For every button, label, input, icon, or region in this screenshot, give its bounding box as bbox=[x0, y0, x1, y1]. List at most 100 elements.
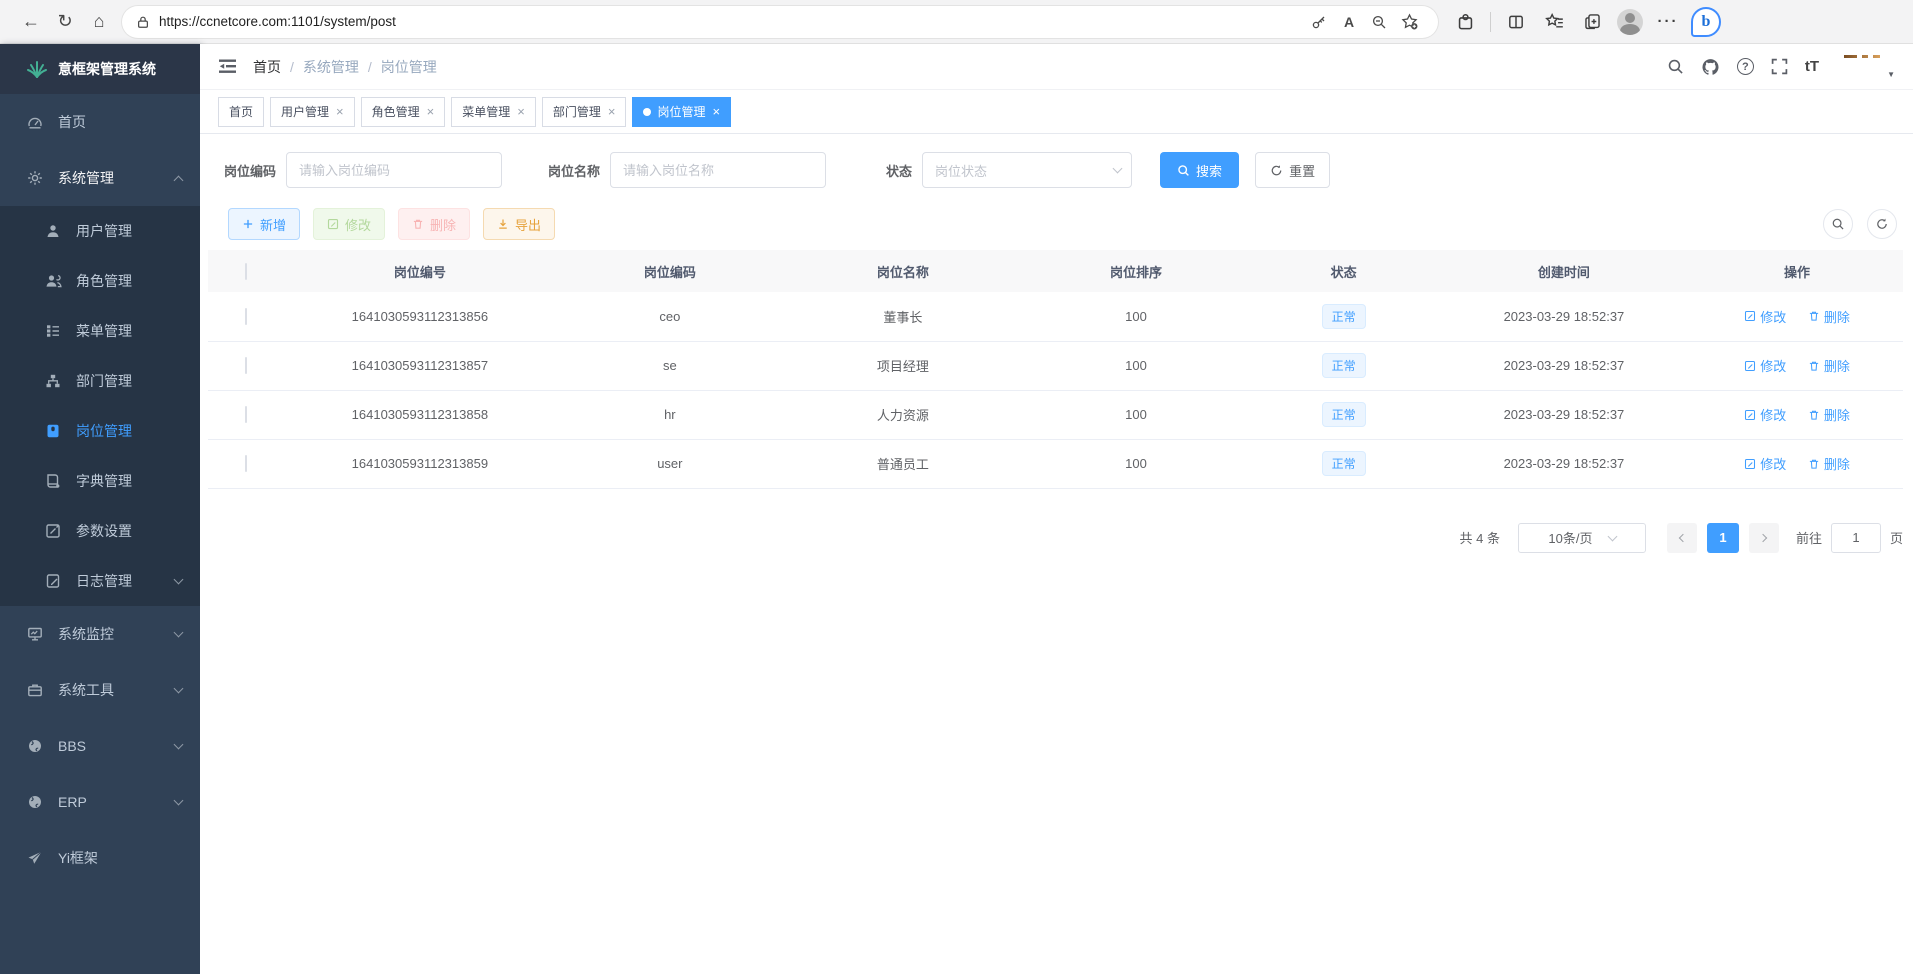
collapse-sidebar-icon[interactable] bbox=[218, 58, 237, 75]
refresh-icon[interactable]: ↻ bbox=[48, 6, 82, 38]
sidebar: 意框架管理系统 首页 系统管理 bbox=[0, 44, 200, 974]
delete-link[interactable]: 删除 bbox=[1808, 405, 1850, 424]
split-screen-icon[interactable] bbox=[1499, 6, 1533, 38]
breadcrumb-home[interactable]: 首页 bbox=[253, 57, 281, 77]
tab-user-management[interactable]: 用户管理 × bbox=[270, 97, 355, 127]
delete-link[interactable]: 删除 bbox=[1808, 356, 1850, 375]
sidebar-item-tools[interactable]: 系统工具 bbox=[0, 662, 200, 718]
tab-role-management[interactable]: 角色管理 × bbox=[361, 97, 446, 127]
read-aloud-icon[interactable]: A bbox=[1334, 8, 1364, 36]
fullscreen-icon[interactable] bbox=[1771, 58, 1788, 75]
close-icon[interactable]: × bbox=[427, 104, 435, 119]
font-size-icon[interactable]: tT bbox=[1805, 58, 1819, 75]
show-search-icon[interactable] bbox=[1823, 209, 1853, 239]
refresh-table-icon[interactable] bbox=[1867, 209, 1897, 239]
tab-menu-management[interactable]: 菜单管理 × bbox=[451, 97, 536, 127]
address-bar[interactable]: https://ccnetcore.com:1101/system/post A bbox=[122, 6, 1438, 38]
favorite-add-icon[interactable] bbox=[1394, 8, 1424, 36]
goto-page: 前往 页 bbox=[1796, 523, 1903, 553]
next-page-button[interactable] bbox=[1749, 523, 1779, 553]
sidebar-item-erp[interactable]: ERP bbox=[0, 774, 200, 830]
delete-link[interactable]: 删除 bbox=[1808, 307, 1850, 326]
breadcrumb: 首页 / 系统管理 / 岗位管理 bbox=[253, 57, 437, 77]
prev-page-button[interactable] bbox=[1667, 523, 1697, 553]
post-name-input[interactable] bbox=[610, 152, 826, 188]
tab-post-management[interactable]: 岗位管理 × bbox=[632, 97, 731, 127]
sidebar-item-label: BBS bbox=[58, 738, 175, 754]
tab-label: 首页 bbox=[229, 103, 253, 120]
more-icon[interactable]: ··· bbox=[1651, 6, 1685, 38]
search-button[interactable]: 搜索 bbox=[1160, 152, 1239, 188]
delete-button[interactable]: 删除 bbox=[398, 208, 470, 240]
sidebar-item-logs[interactable]: 日志管理 bbox=[0, 556, 200, 606]
sidebar-item-label: 岗位管理 bbox=[76, 421, 182, 441]
url-text[interactable]: https://ccnetcore.com:1101/system/post bbox=[159, 14, 1304, 29]
close-icon[interactable]: × bbox=[336, 104, 344, 119]
page-number-active[interactable]: 1 bbox=[1707, 523, 1739, 553]
user-menu[interactable]: ▼ bbox=[1844, 54, 1895, 79]
add-button[interactable]: 新增 bbox=[228, 208, 300, 240]
collections-icon[interactable] bbox=[1575, 6, 1609, 38]
sidebar-item-bbs[interactable]: BBS bbox=[0, 718, 200, 774]
sidebar-item-posts[interactable]: 岗位管理 bbox=[0, 406, 200, 456]
post-code-input[interactable] bbox=[286, 152, 502, 188]
row-checkbox[interactable] bbox=[245, 406, 247, 423]
sidebar-item-dictionary[interactable]: 字典管理 bbox=[0, 456, 200, 506]
sidebar-item-roles[interactable]: 角色管理 bbox=[0, 256, 200, 306]
book-icon bbox=[42, 473, 64, 489]
table-settings bbox=[1823, 209, 1897, 239]
tab-department-management[interactable]: 部门管理 × bbox=[542, 97, 627, 127]
chevron-up-icon bbox=[174, 175, 184, 185]
delete-link[interactable]: 删除 bbox=[1808, 454, 1850, 473]
row-checkbox[interactable] bbox=[245, 357, 247, 374]
sidebar-item-yi-framework[interactable]: Yi框架 bbox=[0, 830, 200, 886]
extensions-icon[interactable] bbox=[1448, 6, 1482, 38]
globe-icon bbox=[24, 794, 46, 810]
cell-post-code: ceo bbox=[555, 292, 784, 341]
table-row: 1641030593112313858 hr 人力资源 100 正常 2023-… bbox=[208, 390, 1903, 439]
edit-link[interactable]: 修改 bbox=[1744, 405, 1786, 424]
sidebar-item-label: 日志管理 bbox=[76, 571, 175, 591]
tab-home[interactable]: 首页 bbox=[218, 97, 264, 127]
search-icon[interactable] bbox=[1667, 58, 1684, 75]
close-icon[interactable]: × bbox=[517, 104, 525, 119]
close-icon[interactable]: × bbox=[712, 104, 720, 119]
password-key-icon[interactable] bbox=[1304, 8, 1334, 36]
export-button[interactable]: 导出 bbox=[483, 208, 555, 240]
status-select[interactable]: 岗位状态 bbox=[922, 152, 1132, 188]
edit-square-icon bbox=[42, 523, 64, 539]
row-checkbox[interactable] bbox=[245, 455, 247, 472]
github-icon[interactable] bbox=[1701, 58, 1720, 76]
reset-button[interactable]: 重置 bbox=[1255, 152, 1330, 188]
sidebar-item-parameters[interactable]: 参数设置 bbox=[0, 506, 200, 556]
sidebar-item-users[interactable]: 用户管理 bbox=[0, 206, 200, 256]
favorites-icon[interactable] bbox=[1537, 6, 1571, 38]
copilot-icon[interactable]: b bbox=[1689, 6, 1723, 38]
help-icon[interactable]: ? bbox=[1737, 58, 1754, 75]
sidebar-item-home[interactable]: 首页 bbox=[0, 94, 200, 150]
edit-link[interactable]: 修改 bbox=[1744, 356, 1786, 375]
chevron-down-icon bbox=[174, 575, 184, 585]
sidebar-item-label: 字典管理 bbox=[76, 471, 182, 491]
back-icon[interactable]: ← bbox=[14, 6, 48, 38]
sidebar-item-menus[interactable]: 菜单管理 bbox=[0, 306, 200, 356]
edit-link[interactable]: 修改 bbox=[1744, 454, 1786, 473]
sidebar-item-label: ERP bbox=[58, 794, 175, 810]
chevron-down-icon bbox=[174, 684, 184, 694]
close-icon[interactable]: × bbox=[608, 104, 616, 119]
row-checkbox[interactable] bbox=[245, 308, 247, 325]
modify-button[interactable]: 修改 bbox=[313, 208, 385, 240]
profile-icon[interactable] bbox=[1613, 6, 1647, 38]
main-area: 首页 / 系统管理 / 岗位管理 ? tT bbox=[200, 44, 1913, 974]
zoom-out-icon[interactable] bbox=[1364, 8, 1394, 36]
sidebar-item-departments[interactable]: 部门管理 bbox=[0, 356, 200, 406]
page-size-select[interactable]: 10条/页 bbox=[1518, 523, 1646, 553]
cell-post-code: user bbox=[555, 439, 784, 488]
edit-link[interactable]: 修改 bbox=[1744, 307, 1786, 326]
sidebar-item-monitor[interactable]: 系统监控 bbox=[0, 606, 200, 662]
goto-page-input[interactable] bbox=[1831, 523, 1881, 553]
select-all-checkbox[interactable] bbox=[245, 263, 247, 280]
home-icon[interactable]: ⌂ bbox=[82, 6, 116, 38]
cell-post-name: 普通员工 bbox=[784, 439, 1021, 488]
sidebar-item-system[interactable]: 系统管理 bbox=[0, 150, 200, 206]
